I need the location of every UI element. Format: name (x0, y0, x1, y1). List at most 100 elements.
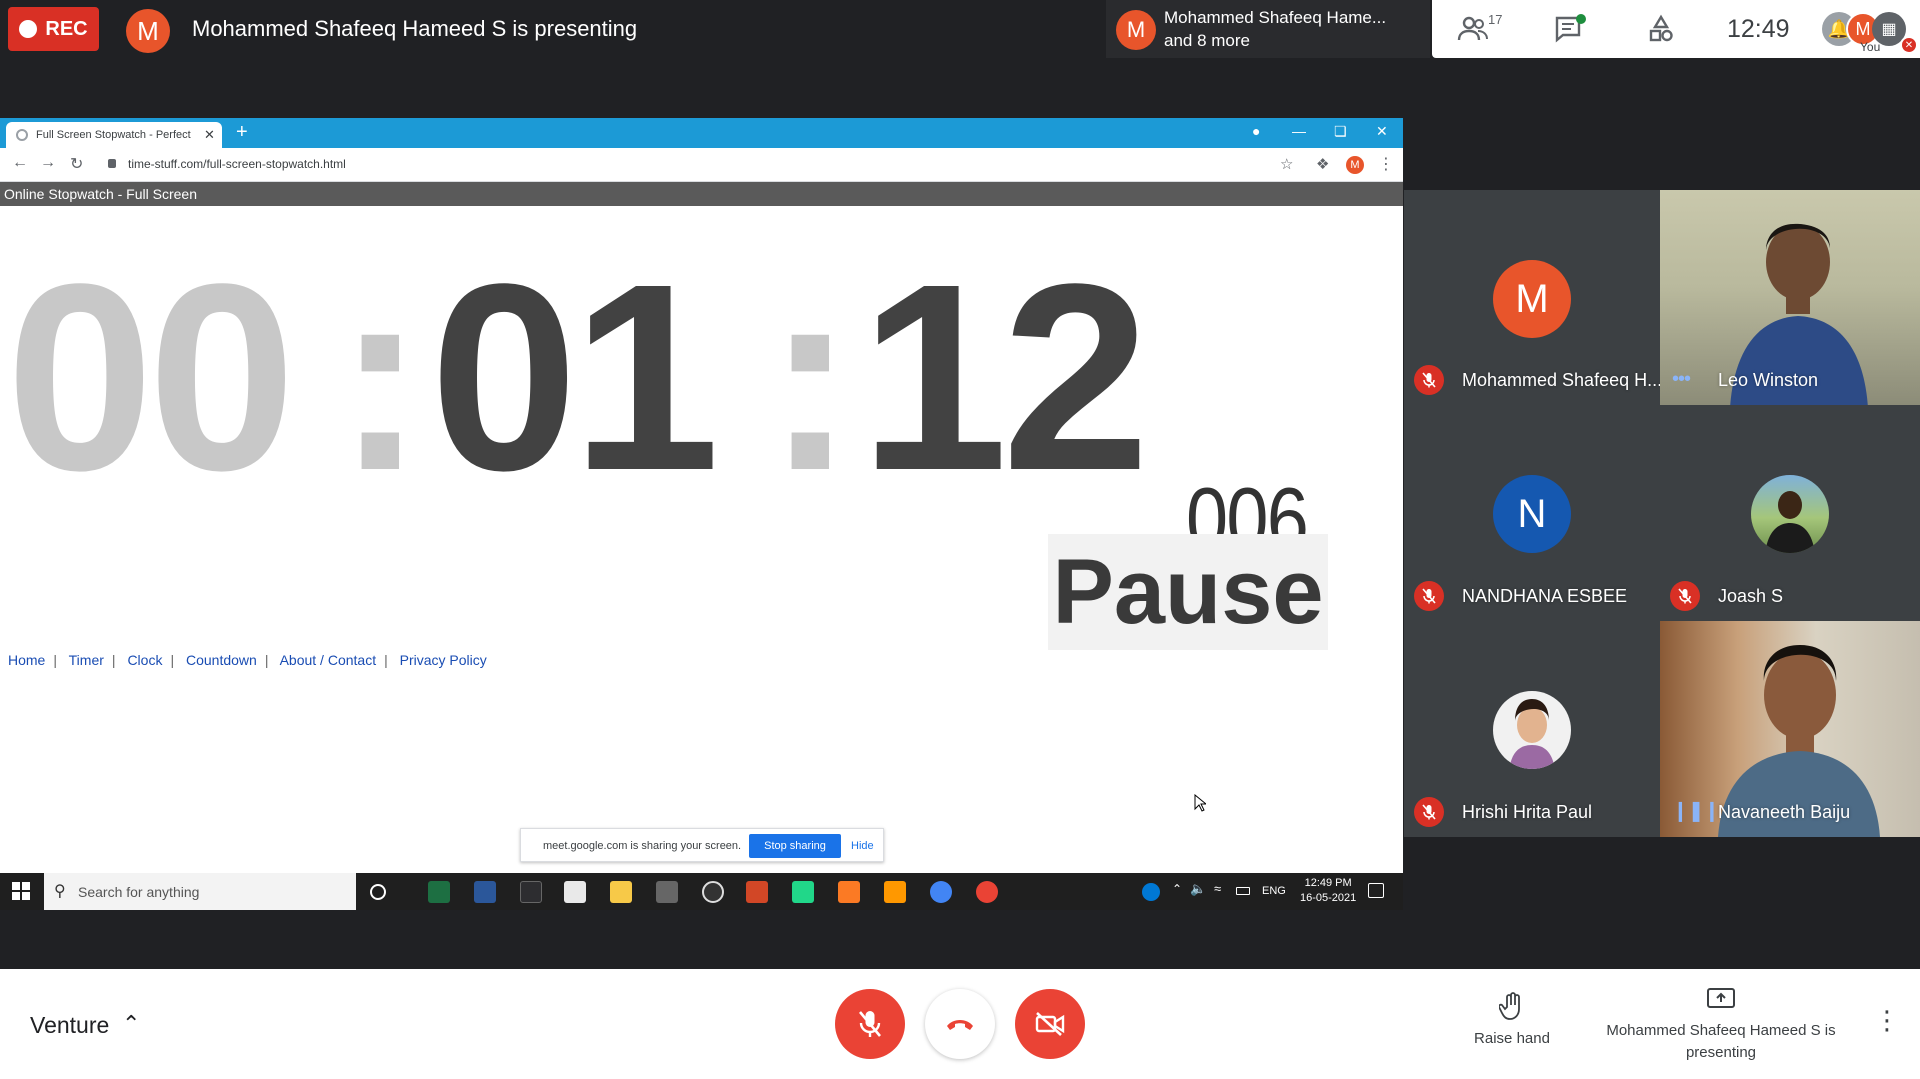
speaking-indicator-icon: ❙❚❙ (1672, 800, 1720, 822)
raise-hand-button[interactable]: Raise hand (1462, 991, 1562, 1047)
chrome-active-icon[interactable] (976, 881, 998, 903)
link-countdown[interactable]: Countdown (186, 652, 257, 668)
help-icon[interactable] (1142, 883, 1160, 901)
mouse-cursor-icon (1194, 794, 1206, 812)
sublime-icon[interactable] (884, 881, 906, 903)
chevron-up-icon[interactable]: ⌃ (122, 1011, 140, 1037)
address-bar[interactable]: time-stuff.com/full-screen-stopwatch.htm… (128, 157, 346, 171)
search-icon: ⚲ (54, 883, 66, 900)
link-privacy-policy[interactable]: Privacy Policy (400, 652, 487, 668)
volume-icon[interactable]: 🔈 (1190, 881, 1206, 897)
tab-favicon-icon (16, 129, 28, 141)
browser-menu-icon[interactable]: ⋮ (1378, 154, 1394, 174)
more-options-icon[interactable]: ⋮ (1874, 1005, 1900, 1036)
browser-tab-strip: Full Screen Stopwatch - Perfect ✕ + ● — … (0, 118, 1403, 148)
bookmark-star-icon[interactable]: ☆ (1280, 155, 1293, 173)
pinned-participants-card[interactable]: M Mohammed Shafeeq Hame... and 8 more (1106, 0, 1430, 58)
reload-icon[interactable]: ↻ (70, 154, 83, 174)
pinned-more-count: and 8 more (1164, 31, 1250, 50)
tab-close-icon[interactable]: ✕ (204, 127, 222, 143)
record-dot-icon (19, 20, 38, 38)
link-clock[interactable]: Clock (127, 652, 162, 668)
windows-taskbar: ⚲ Search for anything ⌃ 🔈 ≈ ENG 12:49 PM… (0, 873, 1403, 910)
excel-icon[interactable] (428, 881, 450, 903)
window-close-icon[interactable]: ✕ (1376, 123, 1388, 140)
participant-name: NANDHANA ESBEE (1462, 586, 1628, 606)
meeting-clock: 12:49 (1727, 15, 1790, 43)
taskbar-search-box[interactable]: ⚲ Search for anything (44, 873, 356, 910)
link-home[interactable]: Home (8, 652, 45, 668)
word-icon[interactable] (474, 881, 496, 903)
present-screen-icon (1707, 988, 1735, 1008)
extensions-puzzle-icon[interactable]: ❖ (1316, 155, 1329, 173)
participant-tile[interactable]: M Mohammed Shafeeq H... (1404, 190, 1660, 405)
participant-tile[interactable]: ❙❚❙ Navaneeth Baiju (1660, 621, 1920, 837)
battery-icon[interactable] (1236, 887, 1250, 895)
chrome-icon[interactable] (930, 881, 952, 903)
taskbar-search-placeholder: Search for anything (78, 884, 200, 900)
lock-icon (108, 159, 116, 168)
terminal-icon[interactable] (520, 881, 542, 903)
activities-icon[interactable] (1644, 12, 1678, 46)
meeting-name[interactable]: Venture (30, 1012, 109, 1039)
camera-toggle-button[interactable] (1015, 989, 1085, 1059)
browser-profile-avatar[interactable]: M (1346, 156, 1364, 174)
participant-tile[interactable]: Hrishi Hrita Paul (1404, 621, 1660, 837)
presenter-avatar: M (126, 9, 170, 53)
hide-banner-button[interactable]: Hide (851, 840, 874, 852)
screen-share-banner: meet.google.com is sharing your screen. … (520, 828, 884, 862)
site-title: Online Stopwatch - Full Screen (4, 186, 197, 202)
forward-arrow-icon[interactable]: → (40, 154, 56, 172)
new-tab-icon[interactable]: + (236, 121, 248, 144)
pycharm-icon[interactable] (792, 881, 814, 903)
shared-screen: Full Screen Stopwatch - Perfect ✕ + ● — … (0, 118, 1403, 910)
store-icon[interactable] (564, 881, 586, 903)
presentation-status-button[interactable]: Mohammed Shafeeq Hameed S is presenting (1596, 987, 1846, 1064)
minimize-icon[interactable]: — (1292, 123, 1306, 139)
stopwatch-seconds: 12 (860, 229, 1150, 526)
taskbar-language[interactable]: ENG (1262, 885, 1286, 897)
windows-start-icon[interactable] (12, 882, 30, 900)
mic-toggle-button[interactable] (835, 989, 905, 1059)
participant-tile[interactable]: Joash S (1660, 405, 1920, 621)
presenter-status-text: Mohammed Shafeeq Hameed S is presenting (192, 16, 638, 41)
file-explorer-icon[interactable] (610, 881, 632, 903)
site-footer-links: Home | Timer | Clock | Countdown | About / C… (8, 652, 487, 668)
mic-off-icon (1414, 581, 1444, 611)
taskbar-clock[interactable]: 12:49 PM 16-05-2021 (1300, 876, 1356, 906)
site-header-bar: Online Stopwatch - Full Screen (0, 182, 1403, 206)
notifications-icon[interactable] (1368, 883, 1384, 898)
microphone-app-icon[interactable] (656, 881, 678, 903)
participant-name: Navaneeth Baiju (1718, 802, 1851, 822)
taskbar-date: 16-05-2021 (1300, 892, 1357, 904)
pause-button[interactable]: Pause (1048, 534, 1328, 650)
link-timer[interactable]: Timer (69, 652, 104, 668)
meet-top-bar: REC M Mohammed Shafeeq Hameed S is prese… (0, 0, 1920, 58)
self-label: You (1860, 40, 1881, 54)
link-about-contact[interactable]: About / Contact (280, 652, 377, 668)
more-dots-icon: ••• (1672, 368, 1691, 390)
hand-icon (1498, 992, 1520, 1020)
mic-off-icon (1414, 797, 1444, 827)
maximize-icon[interactable]: ❏ (1334, 123, 1347, 140)
back-arrow-icon[interactable]: ← (12, 154, 28, 172)
system-tray-arrow-icon[interactable]: ⌃ (1172, 882, 1182, 896)
taskbar-time: 12:49 PM (1304, 877, 1352, 889)
wifi-icon[interactable]: ≈ (1214, 881, 1221, 896)
xampp-icon[interactable] (838, 881, 860, 903)
obs-icon[interactable] (702, 881, 724, 903)
browser-tab[interactable]: Full Screen Stopwatch - Perfect ✕ (6, 122, 222, 148)
participant-avatar: M (1493, 260, 1571, 338)
stopwatch-colon: : (766, 229, 855, 526)
participant-tile[interactable]: ••• Leo Winston (1660, 190, 1920, 405)
end-call-button[interactable] (925, 989, 995, 1059)
powerpoint-icon[interactable] (746, 881, 768, 903)
stop-sharing-button[interactable]: Stop sharing (749, 834, 841, 858)
recording-badge[interactable]: REC (8, 7, 99, 51)
participant-name: Hrishi Hrita Paul (1462, 802, 1593, 822)
people-icon[interactable] (1456, 12, 1490, 46)
participant-photo-avatar (1493, 691, 1571, 769)
participant-tile[interactable]: N NANDHANA ESBEE (1404, 405, 1660, 621)
cortana-icon[interactable] (370, 884, 386, 900)
account-circle-icon[interactable]: ● (1252, 123, 1260, 139)
